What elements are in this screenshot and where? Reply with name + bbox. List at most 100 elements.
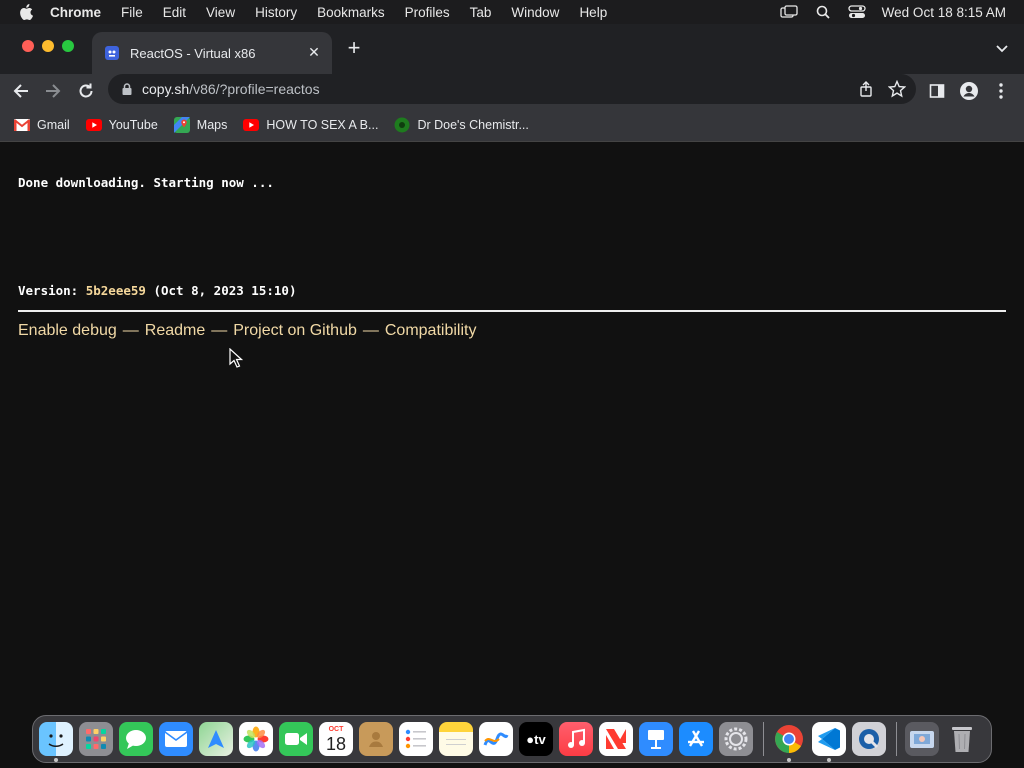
reload-button[interactable] — [75, 80, 97, 102]
version-date: (Oct 8, 2023 15:10) — [145, 283, 297, 298]
bookmark-label: Dr Doe's Chemistr... — [417, 117, 529, 132]
youtube-icon — [85, 118, 102, 132]
menu-file[interactable]: File — [121, 5, 143, 20]
menu-profiles[interactable]: Profiles — [405, 5, 450, 20]
reminders-icon[interactable] — [399, 722, 433, 756]
macos-menu-bar: Chrome File Edit View History Bookmarks … — [0, 0, 1024, 24]
url-host: copy.sh — [142, 81, 190, 97]
launchpad-icon[interactable] — [79, 722, 113, 756]
browser-tab-strip: ReactOS - Virtual x86 ✕ + — [0, 24, 1024, 74]
side-panel-icon[interactable] — [926, 80, 948, 102]
finder-icon[interactable] — [39, 722, 73, 762]
bookmark-gmail[interactable]: Gmail — [14, 118, 70, 132]
control-center-icon[interactable] — [848, 4, 866, 20]
bookmark-chemistry[interactable]: Dr Doe's Chemistr... — [394, 117, 529, 132]
compatibility-link[interactable]: Compatibility — [385, 322, 477, 339]
music-icon[interactable] — [559, 722, 593, 756]
dock-separator — [763, 722, 764, 756]
share-icon[interactable] — [858, 81, 874, 97]
app-store-icon[interactable] — [679, 722, 713, 756]
menu-bar-clock[interactable]: Wed Oct 18 8:15 AM — [882, 5, 1006, 20]
calendar-day: 18 — [325, 733, 347, 754]
readme-link[interactable]: Readme — [145, 322, 205, 339]
bookmark-youtube-video[interactable]: HOW TO SEX A B... — [243, 118, 378, 132]
lock-icon[interactable] — [120, 82, 134, 96]
menu-tab[interactable]: Tab — [470, 5, 492, 20]
dock-separator — [896, 722, 897, 756]
link-separator: — — [211, 322, 228, 339]
mail-icon[interactable] — [159, 722, 193, 756]
maps-icon — [173, 116, 190, 133]
link-separator: — — [362, 322, 379, 339]
tab-search-chevron-icon[interactable] — [994, 40, 1010, 56]
bookmark-maps[interactable]: Maps — [173, 116, 227, 133]
window-fullscreen-button[interactable] — [62, 40, 74, 52]
window-close-button[interactable] — [22, 40, 34, 52]
news-icon[interactable] — [599, 722, 633, 756]
profile-avatar-icon[interactable] — [958, 80, 980, 102]
menu-help[interactable]: Help — [579, 5, 607, 20]
footer-links: Enable debug — Readme — Project on Github — Co… — [18, 322, 476, 340]
menu-bookmarks[interactable]: Bookmarks — [317, 5, 385, 20]
window-minimize-button[interactable] — [42, 40, 54, 52]
messages-icon[interactable] — [119, 722, 153, 756]
running-indicator — [54, 758, 58, 762]
browser-toolbar: copy.sh/v86/?profile=reactos — [0, 74, 1024, 108]
freeform-icon[interactable] — [479, 722, 513, 756]
tab-reactos[interactable]: ReactOS - Virtual x86 ✕ — [92, 32, 332, 74]
bookmark-star-icon[interactable] — [887, 79, 907, 98]
facetime-icon[interactable] — [279, 722, 313, 756]
tab-title: ReactOS - Virtual x86 — [130, 45, 256, 61]
menu-app-name[interactable]: Chrome — [50, 5, 101, 20]
apple-menu-icon[interactable] — [16, 2, 36, 22]
back-button[interactable] — [10, 80, 32, 102]
vscode-icon[interactable] — [812, 722, 846, 762]
keynote-icon[interactable] — [639, 722, 673, 756]
spotlight-search-icon[interactable] — [814, 4, 832, 20]
site-favicon-icon — [394, 117, 410, 132]
github-link[interactable]: Project on Github — [233, 322, 357, 339]
bookmarks-bar: Gmail YouTube Maps HOW TO SEX A B... Dr … — [0, 108, 1024, 142]
maps-app-icon[interactable] — [199, 722, 233, 756]
status-message: Done downloading. Starting now ... — [18, 175, 274, 190]
gmail-icon — [14, 118, 30, 132]
contacts-icon[interactable] — [359, 722, 393, 756]
youtube-icon — [243, 118, 260, 132]
apple-tv-icon[interactable]: ●tv — [519, 722, 553, 756]
downloads-stack-icon[interactable] — [905, 722, 939, 756]
system-settings-icon[interactable] — [719, 722, 753, 756]
bookmark-label: HOW TO SEX A B... — [266, 117, 379, 132]
calendar-month: OCT — [328, 725, 344, 733]
new-tab-button[interactable]: + — [344, 35, 364, 60]
menu-window[interactable]: Window — [511, 5, 559, 20]
running-indicator — [787, 758, 791, 762]
v86-favicon-icon — [104, 45, 120, 61]
bookmark-label: Gmail — [37, 117, 70, 132]
address-bar[interactable]: copy.sh/v86/?profile=reactos — [108, 74, 916, 104]
bookmark-label: YouTube — [108, 117, 158, 132]
running-indicator — [827, 758, 831, 762]
notes-icon[interactable] — [439, 722, 473, 756]
calendar-icon[interactable]: OCT 18 — [319, 722, 353, 756]
menu-view[interactable]: View — [206, 5, 235, 20]
bookmark-youtube[interactable]: YouTube — [85, 117, 158, 132]
menu-edit[interactable]: Edit — [163, 5, 186, 20]
photos-icon[interactable] — [239, 722, 273, 756]
mouse-cursor-icon — [229, 347, 244, 368]
enable-debug-link[interactable]: Enable debug — [18, 322, 117, 339]
version-label: Version: — [18, 283, 86, 298]
menu-history[interactable]: History — [255, 5, 297, 20]
address-bar-url[interactable]: copy.sh/v86/?profile=reactos — [142, 81, 320, 97]
forward-button[interactable] — [42, 80, 64, 102]
trash-icon[interactable] — [945, 722, 979, 756]
screen-mirroring-icon[interactable] — [780, 4, 798, 20]
page-content: Done downloading. Starting now ... Versi… — [0, 143, 1024, 713]
quicktime-icon[interactable] — [852, 722, 886, 756]
tab-close-icon[interactable]: ✕ — [306, 44, 322, 60]
version-hash-link[interactable]: 5b2eee59 — [86, 283, 146, 298]
version-info: Version: 5b2eee59 (Oct 8, 2023 15:10) — [18, 283, 296, 298]
link-separator: — — [122, 322, 139, 339]
chrome-menu-icon[interactable] — [990, 80, 1012, 102]
horizontal-rule — [18, 310, 1006, 312]
chrome-icon[interactable] — [772, 722, 806, 762]
